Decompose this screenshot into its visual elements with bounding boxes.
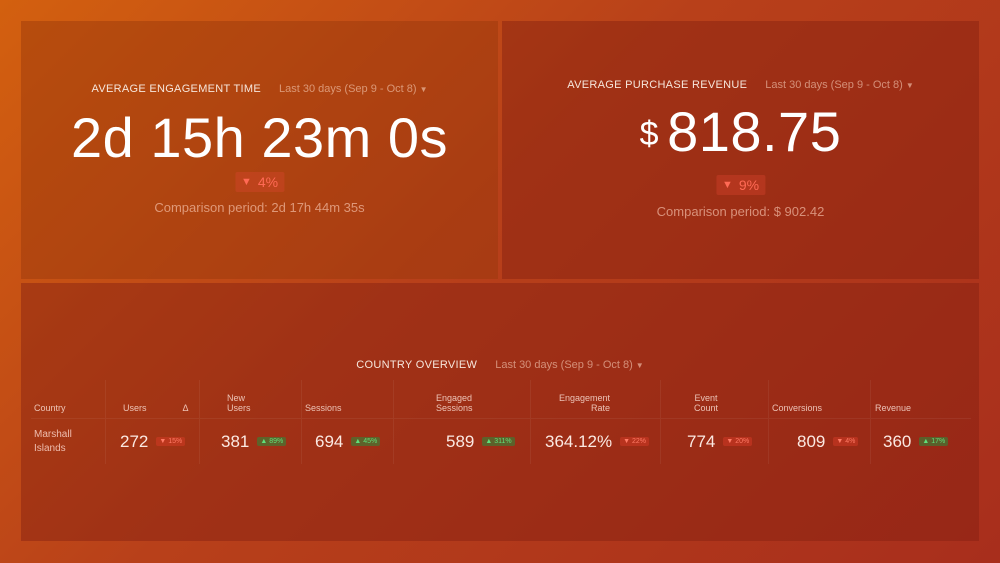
event-count-delta-badge: ▼ 20% <box>723 437 753 446</box>
delta-value: 15% <box>168 438 183 445</box>
metric-value: $818.75 <box>502 99 979 164</box>
country-overview-widget: COUNTRY OVERVIEW Last 30 days (Sep 9 - O… <box>21 283 979 541</box>
date-range-dropdown[interactable]: Last 30 days (Sep 9 - Oct 8) ▼ <box>495 359 644 371</box>
header-users[interactable]: Users Δ <box>106 380 199 418</box>
widget-header: AVERAGE PURCHASE REVENUE Last 30 days (S… <box>502 79 979 91</box>
date-range-dropdown[interactable]: Last 30 days (Sep 9 - Oct 8) ▼ <box>765 79 914 91</box>
country-table: Country Users Δ New Users Sessions Engage… <box>31 380 971 464</box>
header-engagement-rate[interactable]: Engagement Rate <box>531 380 660 418</box>
engaged-sessions-delta-badge: ▲ 311% <box>482 437 515 446</box>
users-value: 272 <box>120 431 149 451</box>
engaged-sessions-value: 589 <box>446 431 475 451</box>
cell-sessions: 694 ▲ 45% <box>302 419 393 464</box>
delta-value: 4% <box>257 174 279 190</box>
chevron-down-icon: ▼ <box>905 80 914 90</box>
arrow-up-icon: ▲ <box>354 438 362 445</box>
engagement-time-widget: AVERAGE ENGAGEMENT TIME Last 30 days (Se… <box>21 21 498 279</box>
header-line: Rate <box>590 403 610 413</box>
header-users-label: Users <box>123 403 147 413</box>
cell-conversions: 809 ▼ 4% <box>769 419 870 464</box>
users-delta-badge: ▼ 15% <box>156 437 186 446</box>
header-line: Sessions <box>436 403 473 413</box>
date-range-label: Last 30 days (Sep 9 - Oct 8) <box>495 359 633 371</box>
revenue-value: 360 <box>883 431 912 451</box>
delta-value: 45% <box>363 438 378 445</box>
new-users-value: 381 <box>221 431 250 451</box>
country-line: Islands <box>34 442 66 454</box>
header-engaged-sessions[interactable]: Engaged Sessions <box>394 380 530 418</box>
widget-header: AVERAGE ENGAGEMENT TIME Last 30 days (Se… <box>21 83 498 95</box>
engagement-rate-delta-badge: ▼ 22% <box>620 437 650 446</box>
header-line: Engaged <box>436 393 473 403</box>
delta-badge: ▼ 9% <box>715 175 766 195</box>
revenue-delta-badge: ▲ 17% <box>919 437 949 446</box>
cell-event-count: 774 ▼ 20% <box>661 419 768 464</box>
delta-value: 20% <box>735 438 750 445</box>
country-line: Marshall <box>34 428 72 440</box>
event-count-value: 774 <box>687 431 716 451</box>
widget-header: COUNTRY OVERVIEW Last 30 days (Sep 9 - O… <box>21 359 979 371</box>
arrow-up-icon: ▲ <box>485 438 493 445</box>
header-delta: Δ <box>182 403 189 413</box>
header-new-users[interactable]: New Users <box>200 380 301 418</box>
conversions-delta-badge: ▼ 4% <box>833 437 859 446</box>
cell-users: 272 ▼ 15% <box>106 419 199 464</box>
purchase-revenue-widget: AVERAGE PURCHASE REVENUE Last 30 days (S… <box>502 21 979 279</box>
arrow-down-icon: ▼ <box>721 179 733 191</box>
widget-title: COUNTRY OVERVIEW <box>356 359 478 371</box>
date-range-dropdown[interactable]: Last 30 days (Sep 9 - Oct 8) ▼ <box>279 83 428 95</box>
header-sessions[interactable]: Sessions <box>302 380 393 418</box>
delta-badge: ▼ 4% <box>234 172 285 192</box>
cell-revenue: 360 ▲ 17% <box>871 419 971 464</box>
sessions-delta-badge: ▲ 45% <box>351 437 381 446</box>
arrow-down-icon: ▼ <box>836 438 844 445</box>
header-event-count[interactable]: Event Count <box>661 380 721 418</box>
delta-value: 89% <box>269 438 284 445</box>
date-range-label: Last 30 days (Sep 9 - Oct 8) <box>279 83 417 95</box>
table-row[interactable]: Marshall Islands 272 ▼ 15% 381 ▲ 89% 694 ▲ 4… <box>31 419 971 464</box>
metric-value: 2d 15h 23m 0s <box>71 106 448 169</box>
header-line: Engagement <box>558 393 610 403</box>
new-users-delta-badge: ▲ 89% <box>257 437 287 446</box>
cell-country: Marshall Islands <box>31 419 105 464</box>
delta-value: 311% <box>494 438 512 445</box>
delta-value: 17% <box>931 438 946 445</box>
cell-engagement-rate: 364.12% ▼ 22% <box>531 419 660 464</box>
cell-engaged-sessions: 589 ▲ 311% <box>394 419 530 464</box>
delta-value: 22% <box>632 438 647 445</box>
header-line: Count <box>693 403 719 413</box>
arrow-down-icon: ▼ <box>726 438 734 445</box>
comparison-text: Comparison period: 2d 17h 44m 35s <box>154 200 365 215</box>
currency-symbol: $ <box>639 115 660 153</box>
table-header: Country Users Δ New Users Sessions Engage… <box>31 380 971 419</box>
chevron-down-icon: ▼ <box>635 360 644 370</box>
arrow-down-icon: ▼ <box>623 438 631 445</box>
widget-title: AVERAGE ENGAGEMENT TIME <box>91 83 261 95</box>
arrow-up-icon: ▲ <box>260 438 268 445</box>
header-line: Users <box>227 403 251 413</box>
delta-value: 4% <box>845 438 856 445</box>
conversions-value: 809 <box>797 431 826 451</box>
chevron-down-icon: ▼ <box>419 84 428 94</box>
date-range-label: Last 30 days (Sep 9 - Oct 8) <box>765 79 903 91</box>
header-conversions[interactable]: Conversions <box>769 380 870 418</box>
header-revenue[interactable]: Revenue <box>871 380 971 418</box>
comparison-text: Comparison period: $ 902.42 <box>656 204 825 219</box>
metric-number: 818.75 <box>667 100 842 163</box>
widget-title: AVERAGE PURCHASE REVENUE <box>567 79 748 91</box>
cell-new-users: 381 ▲ 89% <box>200 419 301 464</box>
delta-value: 9% <box>738 177 760 193</box>
arrow-up-icon: ▲ <box>922 438 930 445</box>
sessions-value: 694 <box>315 431 344 451</box>
header-line: Event <box>694 393 718 403</box>
header-line: New <box>227 393 246 403</box>
engagement-rate-value: 364.12% <box>545 431 613 451</box>
arrow-down-icon: ▼ <box>240 176 252 188</box>
header-country[interactable]: Country <box>31 380 105 418</box>
arrow-down-icon: ▼ <box>159 438 167 445</box>
